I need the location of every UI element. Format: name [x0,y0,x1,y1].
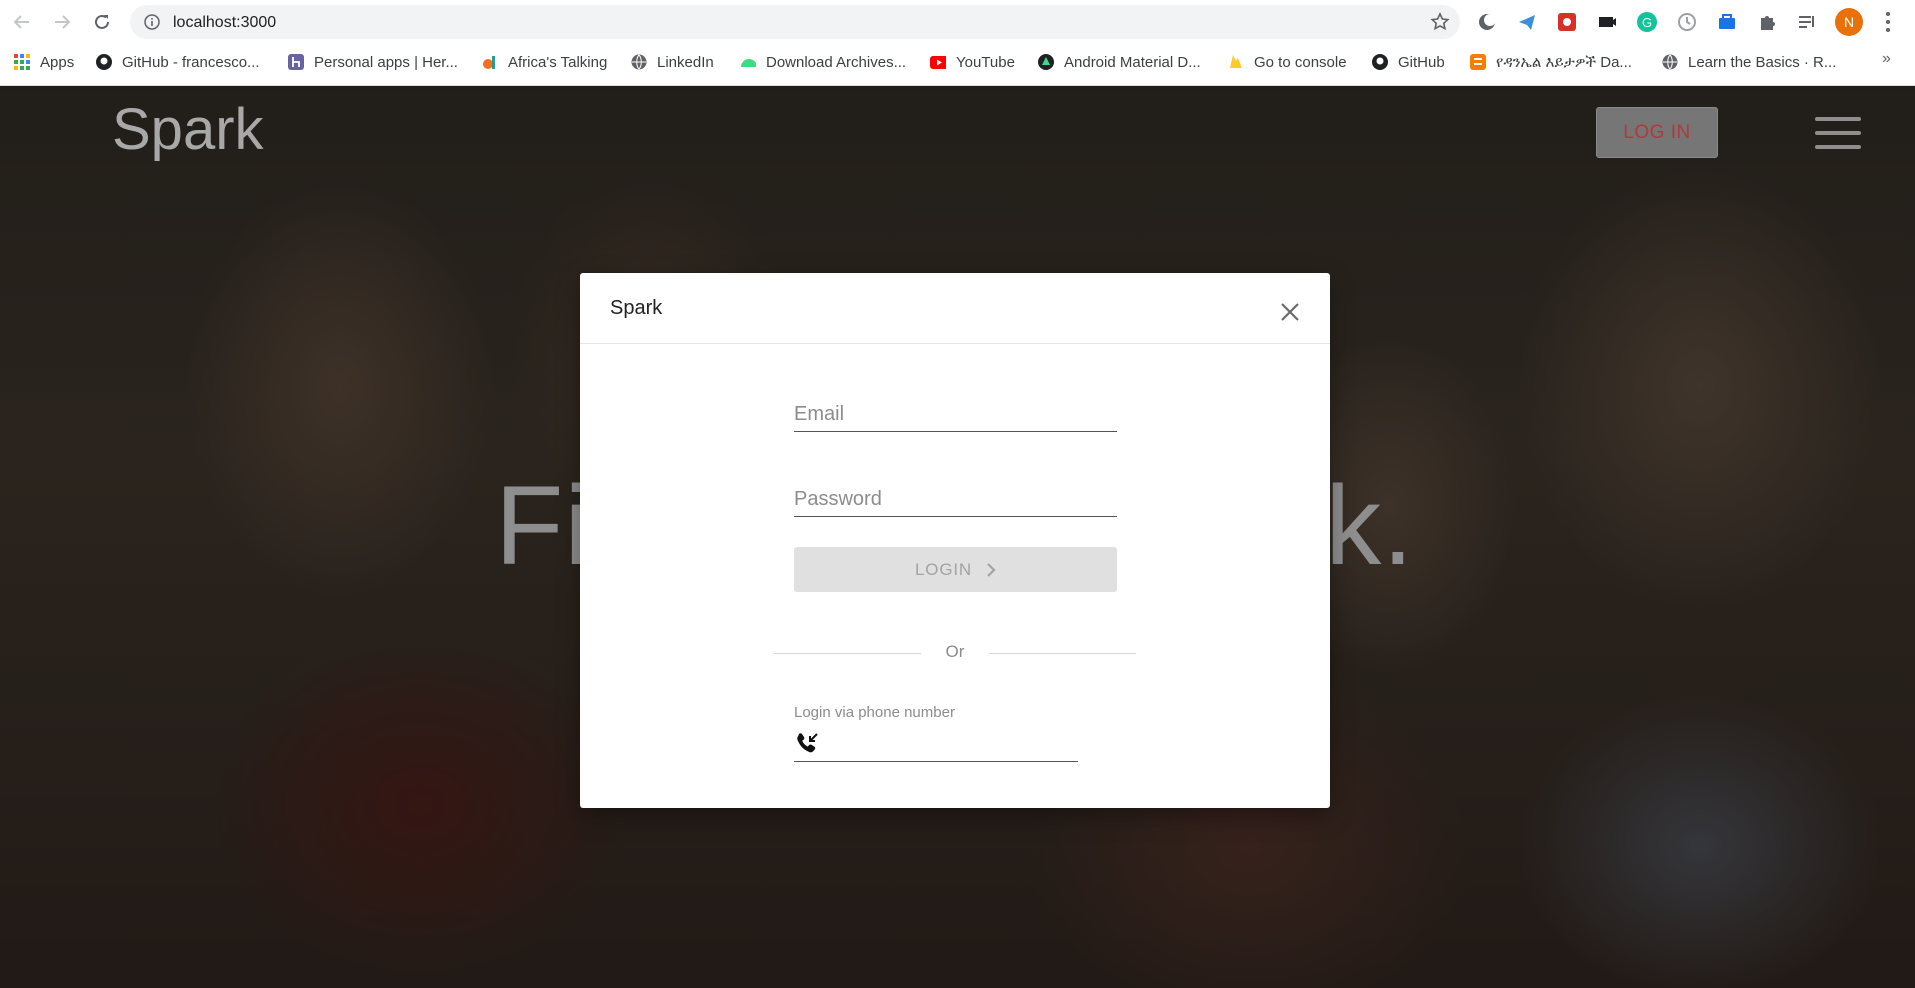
firebase-icon [1228,54,1244,70]
material-icon [1038,54,1054,70]
bookmark-label: Apps [40,53,75,71]
github-icon [1372,54,1388,70]
login-button-label: LOGIN [915,559,972,579]
apps-grid-icon [14,54,30,70]
bookmark-label: GitHub - francesco... [122,53,260,71]
bookmark-apps[interactable]: Apps [14,52,74,72]
timer-extension-icon[interactable] [1675,10,1699,34]
or-divider-text: Or [945,642,965,661]
phone-missed-call-icon [797,733,818,753]
phone-login-label: Login via phone number [794,704,955,721]
bookmark-github[interactable]: GitHub [1372,52,1445,72]
bookmark-linkedin[interactable]: LinkedIn [631,52,714,72]
browser-toolbar: localhost:3000 G N [0,0,1915,44]
email-field[interactable] [794,395,1117,432]
bookmark-star-icon[interactable] [1430,12,1450,32]
url-text[interactable]: localhost:3000 [173,14,276,32]
modal-header: Spark [580,273,1330,344]
bookmark-label: Learn the Basics · R... [1688,53,1837,71]
youtube-icon [930,54,946,70]
bookmark-label: LinkedIn [657,53,714,71]
close-icon [1281,303,1299,321]
login-button[interactable]: LOGIN [794,547,1117,592]
info-icon[interactable] [144,14,160,30]
reload-button[interactable] [90,10,114,34]
github-icon [96,54,112,70]
globe-icon [631,54,647,70]
modal-title: Spark [610,297,663,319]
browser-menu-icon[interactable] [1880,10,1896,34]
bookmark-label: Download Archives... [766,53,907,71]
login-modal: Spark LOGIN Or Login via phone number [580,273,1330,808]
more-bookmarks-chevron-icon[interactable]: » [1882,50,1891,68]
divider-line-left [774,653,921,654]
bookmark-download-archives[interactable]: Download Archives... [740,52,906,72]
bookmark-github-francesco[interactable]: GitHub - francesco... [96,52,260,72]
chevron-right-icon [986,562,996,578]
blogger-icon [1470,54,1486,70]
bookmark-go-to-console[interactable]: Go to console [1228,52,1347,72]
address-bar[interactable]: localhost:3000 [130,5,1460,39]
forward-button[interactable] [50,10,74,34]
phone-number-input[interactable] [828,731,1073,752]
extensions-puzzle-icon[interactable] [1755,10,1779,34]
dark-mode-extension-icon[interactable] [1475,10,1499,34]
bookmark-label: Android Material D... [1064,53,1201,71]
bookmark-africas-talking[interactable]: Africa's Talking [482,52,607,72]
grammarly-icon[interactable]: G [1635,10,1659,34]
divider-line-right [989,653,1136,654]
back-button[interactable] [10,10,34,34]
reload-icon [95,14,109,29]
heroku-icon [288,54,304,70]
site-brand[interactable]: Spark [112,96,264,163]
telegram-extension-icon[interactable] [1515,10,1539,34]
bookmark-heroku[interactable]: Personal apps | Her... [288,52,458,72]
bookmark-youtube[interactable]: YouTube [930,52,1015,72]
email-input[interactable] [794,395,1117,431]
hero-text-right: k. [1325,463,1415,588]
bookmark-label: GitHub [1398,53,1445,71]
reading-list-icon[interactable] [1795,10,1819,34]
bookmark-android-material[interactable]: Android Material D... [1038,52,1201,72]
africas-talking-icon [482,54,498,70]
translate-extension-icon[interactable] [1715,10,1739,34]
phone-number-field[interactable] [794,725,1078,762]
password-input[interactable] [794,480,1117,516]
hero-text-left: Fi [495,463,591,588]
bookmark-daniel-blog[interactable]: የዳንኤል እይታዎች Da... [1470,52,1632,72]
bookmark-label: Africa's Talking [508,53,608,71]
password-field[interactable] [794,480,1117,517]
red-extension-icon[interactable] [1555,10,1579,34]
svg-text:G: G [1642,15,1652,30]
android-icon [740,54,756,70]
hamburger-menu-icon[interactable] [1815,117,1861,149]
video-extension-icon[interactable] [1595,10,1619,34]
bookmark-learn-the-basics[interactable]: Learn the Basics · R... [1662,52,1836,72]
arrow-right-icon [55,15,71,29]
arrow-left-icon [13,15,29,29]
globe-icon [1662,54,1678,70]
browser-chrome: localhost:3000 G N Apps GitHub - frances… [0,0,1915,86]
bookmarks-bar: Apps GitHub - francesco... Personal apps… [0,44,1915,78]
header-login-button[interactable]: LOG IN [1596,107,1718,158]
bookmark-label: YouTube [956,53,1015,71]
bookmark-label: የዳንኤል እይታዎች Da... [1496,53,1632,71]
bookmark-label: Go to console [1254,53,1347,71]
close-button[interactable] [1278,300,1302,324]
profile-avatar[interactable]: N [1835,8,1863,36]
bookmark-label: Personal apps | Her... [314,53,458,71]
